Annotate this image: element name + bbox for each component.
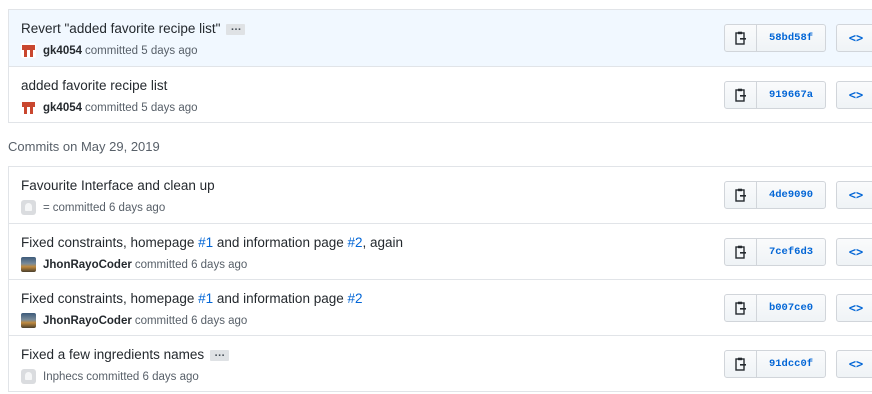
- clippy-icon: [734, 88, 746, 102]
- copy-sha-button[interactable]: [724, 294, 757, 322]
- code-icon: <>: [848, 188, 864, 202]
- commit-author-link[interactable]: gk4054: [43, 102, 82, 114]
- commit-author-link[interactable]: JhonRayoCoder: [43, 259, 132, 271]
- avatar[interactable]: [21, 43, 36, 58]
- commit-time: committed 5 days ago: [85, 101, 198, 114]
- copy-sha-button[interactable]: [724, 238, 757, 266]
- commit-sha-link[interactable]: 4de9090: [756, 181, 826, 209]
- commit-group-2: Favourite Interface and clean up = commi…: [8, 166, 872, 392]
- code-icon: <>: [848, 31, 864, 45]
- issue-link[interactable]: #1: [198, 291, 213, 306]
- copy-sha-button[interactable]: [724, 24, 757, 52]
- browse-files-button[interactable]: <>: [836, 181, 872, 209]
- commit-message-link[interactable]: Favourite Interface and clean up: [21, 178, 215, 193]
- clippy-icon: [734, 301, 746, 315]
- commit-row: Fixed constraints, homepage #1 and infor…: [9, 223, 872, 279]
- code-icon: <>: [848, 357, 864, 371]
- commit-author-link[interactable]: gk4054: [43, 45, 82, 57]
- commit-message-link[interactable]: and information page: [213, 291, 347, 306]
- clippy-icon: [734, 357, 746, 371]
- commit-sha-link[interactable]: 91dcc0f: [756, 350, 826, 378]
- commit-row: Revert "added favorite recipe list" … gk4…: [9, 10, 872, 66]
- avatar[interactable]: [21, 100, 36, 115]
- commit-message-link[interactable]: Fixed a few ingredients names: [21, 347, 204, 362]
- commit-message-link[interactable]: Revert "added favorite recipe list": [21, 21, 220, 36]
- avatar[interactable]: [21, 369, 36, 384]
- commit-message-link[interactable]: Fixed constraints, homepage: [21, 291, 198, 306]
- clippy-icon: [734, 245, 746, 259]
- avatar[interactable]: [21, 200, 36, 215]
- copy-sha-button[interactable]: [724, 81, 757, 109]
- commit-message-link[interactable]: added favorite recipe list: [21, 78, 167, 93]
- commit-time: committed 6 days ago: [134, 258, 248, 271]
- browse-files-button[interactable]: <>: [836, 350, 872, 378]
- expand-ellipsis-button[interactable]: …: [226, 21, 246, 35]
- expand-ellipsis-button[interactable]: …: [210, 347, 230, 361]
- commit-group-1: Revert "added favorite recipe list" … gk4…: [8, 9, 872, 123]
- commit-row: Fixed a few ingredients names … Inphecs c…: [9, 335, 872, 391]
- commit-author: =: [43, 201, 50, 214]
- browse-files-button[interactable]: <>: [836, 294, 872, 322]
- copy-sha-button[interactable]: [724, 350, 757, 378]
- clippy-icon: [734, 31, 746, 45]
- commit-time: committed 5 days ago: [85, 44, 198, 57]
- browse-files-button[interactable]: <>: [836, 24, 872, 52]
- commit-sha-link[interactable]: 58bd58f: [756, 24, 826, 52]
- commit-author: Inphecs: [43, 370, 84, 383]
- commit-author-link[interactable]: JhonRayoCoder: [43, 315, 132, 327]
- avatar[interactable]: [21, 313, 36, 328]
- commit-row: Fixed constraints, homepage #1 and infor…: [9, 279, 872, 335]
- commit-sha-link[interactable]: b007ce0: [756, 294, 826, 322]
- browse-files-button[interactable]: <>: [836, 81, 872, 109]
- commit-message-link[interactable]: and information page: [213, 235, 347, 250]
- code-icon: <>: [848, 245, 864, 259]
- copy-sha-button[interactable]: [724, 181, 757, 209]
- commit-row: Favourite Interface and clean up = commi…: [9, 167, 872, 223]
- issue-link[interactable]: #1: [198, 235, 213, 250]
- clippy-icon: [734, 188, 746, 202]
- commit-message-link[interactable]: , again: [363, 235, 404, 250]
- commit-sha-link[interactable]: 7cef6d3: [756, 238, 826, 266]
- issue-link[interactable]: #2: [347, 291, 362, 306]
- browse-files-button[interactable]: <>: [836, 238, 872, 266]
- issue-link[interactable]: #2: [347, 235, 362, 250]
- commit-time: committed 6 days ago: [52, 201, 166, 214]
- code-icon: <>: [848, 88, 864, 102]
- commit-row: added favorite recipe list gk4054 commit…: [9, 66, 872, 122]
- code-icon: <>: [848, 301, 864, 315]
- commit-time: committed 6 days ago: [134, 314, 248, 327]
- commit-time: committed 6 days ago: [86, 370, 199, 383]
- commit-date-header: Commits on May 29, 2019: [8, 139, 160, 154]
- commit-message-link[interactable]: Fixed constraints, homepage: [21, 235, 198, 250]
- commit-sha-link[interactable]: 919667a: [756, 81, 826, 109]
- avatar[interactable]: [21, 257, 36, 272]
